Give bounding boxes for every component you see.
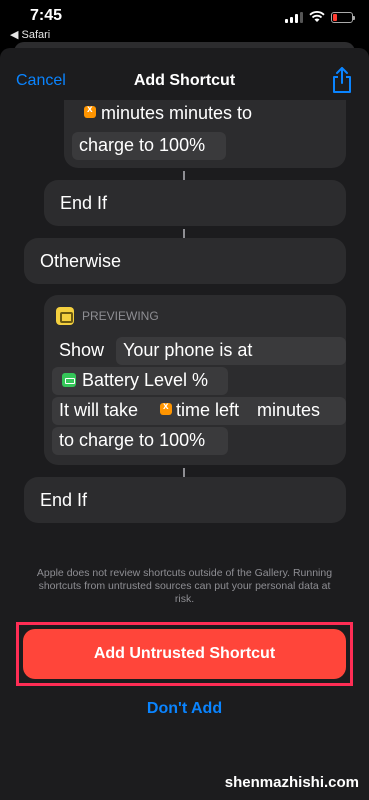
otherwise-label: Otherwise — [40, 251, 122, 271]
it-will-take-text: It will take — [59, 400, 139, 420]
end-if-label: End If — [40, 490, 88, 510]
battery-level-icon — [62, 373, 76, 387]
show-text: Your phone is at — [123, 340, 253, 360]
action-text: minutes minutes to — [101, 103, 253, 123]
battery-icon — [331, 11, 355, 23]
back-to-app-link[interactable]: ◀ Safari — [10, 28, 50, 41]
status-time: 7:45 — [30, 7, 63, 24]
shortcut-actions-list: minutes minutes to charge to 100% End If… — [0, 100, 369, 640]
action-text: charge to 100% — [79, 135, 206, 155]
charge-text: to charge to 100% — [59, 430, 206, 450]
signal-icon — [285, 11, 303, 23]
show-label: Show — [59, 340, 105, 360]
status-icons — [285, 11, 355, 23]
status-bar: 7:45 ◀ Safari — [0, 0, 369, 44]
dont-add-button[interactable]: Don't Add — [0, 700, 369, 718]
minutes-text: minutes — [257, 400, 321, 420]
end-if-label: End If — [60, 193, 108, 213]
page-title: Add Shortcut — [133, 72, 236, 89]
previewing-label: PREVIEWING — [82, 309, 159, 323]
variable-icon — [160, 401, 172, 415]
watermark: shenmazhishi.com — [224, 774, 359, 791]
add-untrusted-shortcut-button[interactable]: Add Untrusted Shortcut — [23, 629, 346, 679]
time-left-variable: time left — [176, 400, 240, 420]
share-icon[interactable] — [329, 66, 355, 94]
show-result-icon — [56, 307, 74, 325]
nav-bar: Cancel Add Shortcut — [0, 56, 369, 106]
untrusted-disclaimer: Apple does not review shortcuts outside … — [36, 567, 333, 605]
variable-icon — [84, 104, 96, 118]
battery-level-variable: Battery Level % — [82, 370, 209, 390]
wifi-icon — [309, 11, 325, 22]
